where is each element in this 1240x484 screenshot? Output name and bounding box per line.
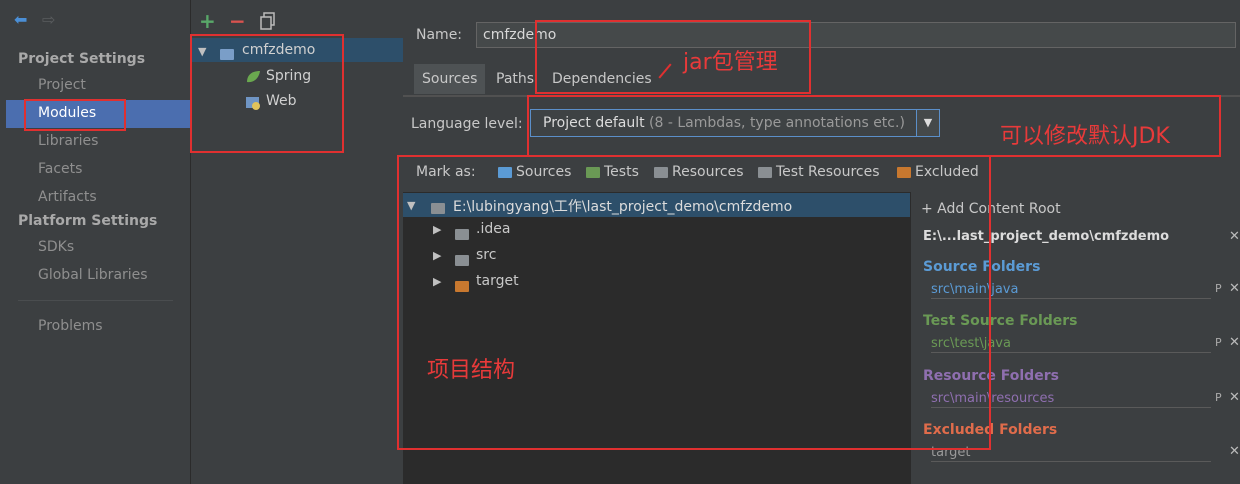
sidebar-item-facets[interactable]: Facets xyxy=(38,161,82,177)
row-underline xyxy=(931,461,1211,462)
sidebar-divider xyxy=(18,300,173,301)
structure-annotation-text: 项目结构 xyxy=(427,358,516,383)
forward-arrow-icon[interactable]: ⇨ xyxy=(42,10,55,29)
jdk-annotation-text: 可以修改默认JDK xyxy=(1000,124,1170,149)
settings-sidebar xyxy=(0,0,190,484)
copy-icon[interactable] xyxy=(260,12,275,30)
properties-icon[interactable]: P xyxy=(1215,282,1222,295)
close-icon[interactable]: ✕ xyxy=(1229,229,1240,244)
properties-icon[interactable]: P xyxy=(1215,391,1222,404)
sidebar-item-project[interactable]: Project xyxy=(38,77,86,93)
jar-annotation-text: jar包管理 xyxy=(683,50,778,75)
modules-highlight-box xyxy=(24,99,126,131)
modules-tree-highlight-box xyxy=(190,34,344,153)
sidebar-item-artifacts[interactable]: Artifacts xyxy=(38,189,97,205)
remove-icon[interactable]: − xyxy=(229,9,246,33)
sidebar-item-problems[interactable]: Problems xyxy=(38,318,103,334)
add-icon[interactable]: + xyxy=(199,9,216,33)
tab-sources[interactable]: Sources xyxy=(414,64,486,94)
name-label: Name: xyxy=(416,27,463,43)
properties-icon[interactable]: P xyxy=(1215,336,1222,349)
sidebar-item-global-libraries[interactable]: Global Libraries xyxy=(38,267,148,283)
platform-settings-title: Platform Settings xyxy=(18,213,158,229)
sidebar-item-libraries[interactable]: Libraries xyxy=(38,133,98,149)
close-icon[interactable]: ✕ xyxy=(1229,444,1240,459)
close-icon[interactable]: ✕ xyxy=(1229,281,1240,296)
close-icon[interactable]: ✕ xyxy=(1229,390,1240,405)
back-arrow-icon[interactable]: ⬅ xyxy=(14,10,27,29)
structure-highlight-box xyxy=(397,155,991,450)
language-level-label: Language level: xyxy=(411,116,523,132)
sidebar-item-sdks[interactable]: SDKs xyxy=(38,239,74,255)
tab-paths[interactable]: Paths xyxy=(488,64,542,94)
project-settings-title: Project Settings xyxy=(18,51,146,67)
close-icon[interactable]: ✕ xyxy=(1229,335,1240,350)
